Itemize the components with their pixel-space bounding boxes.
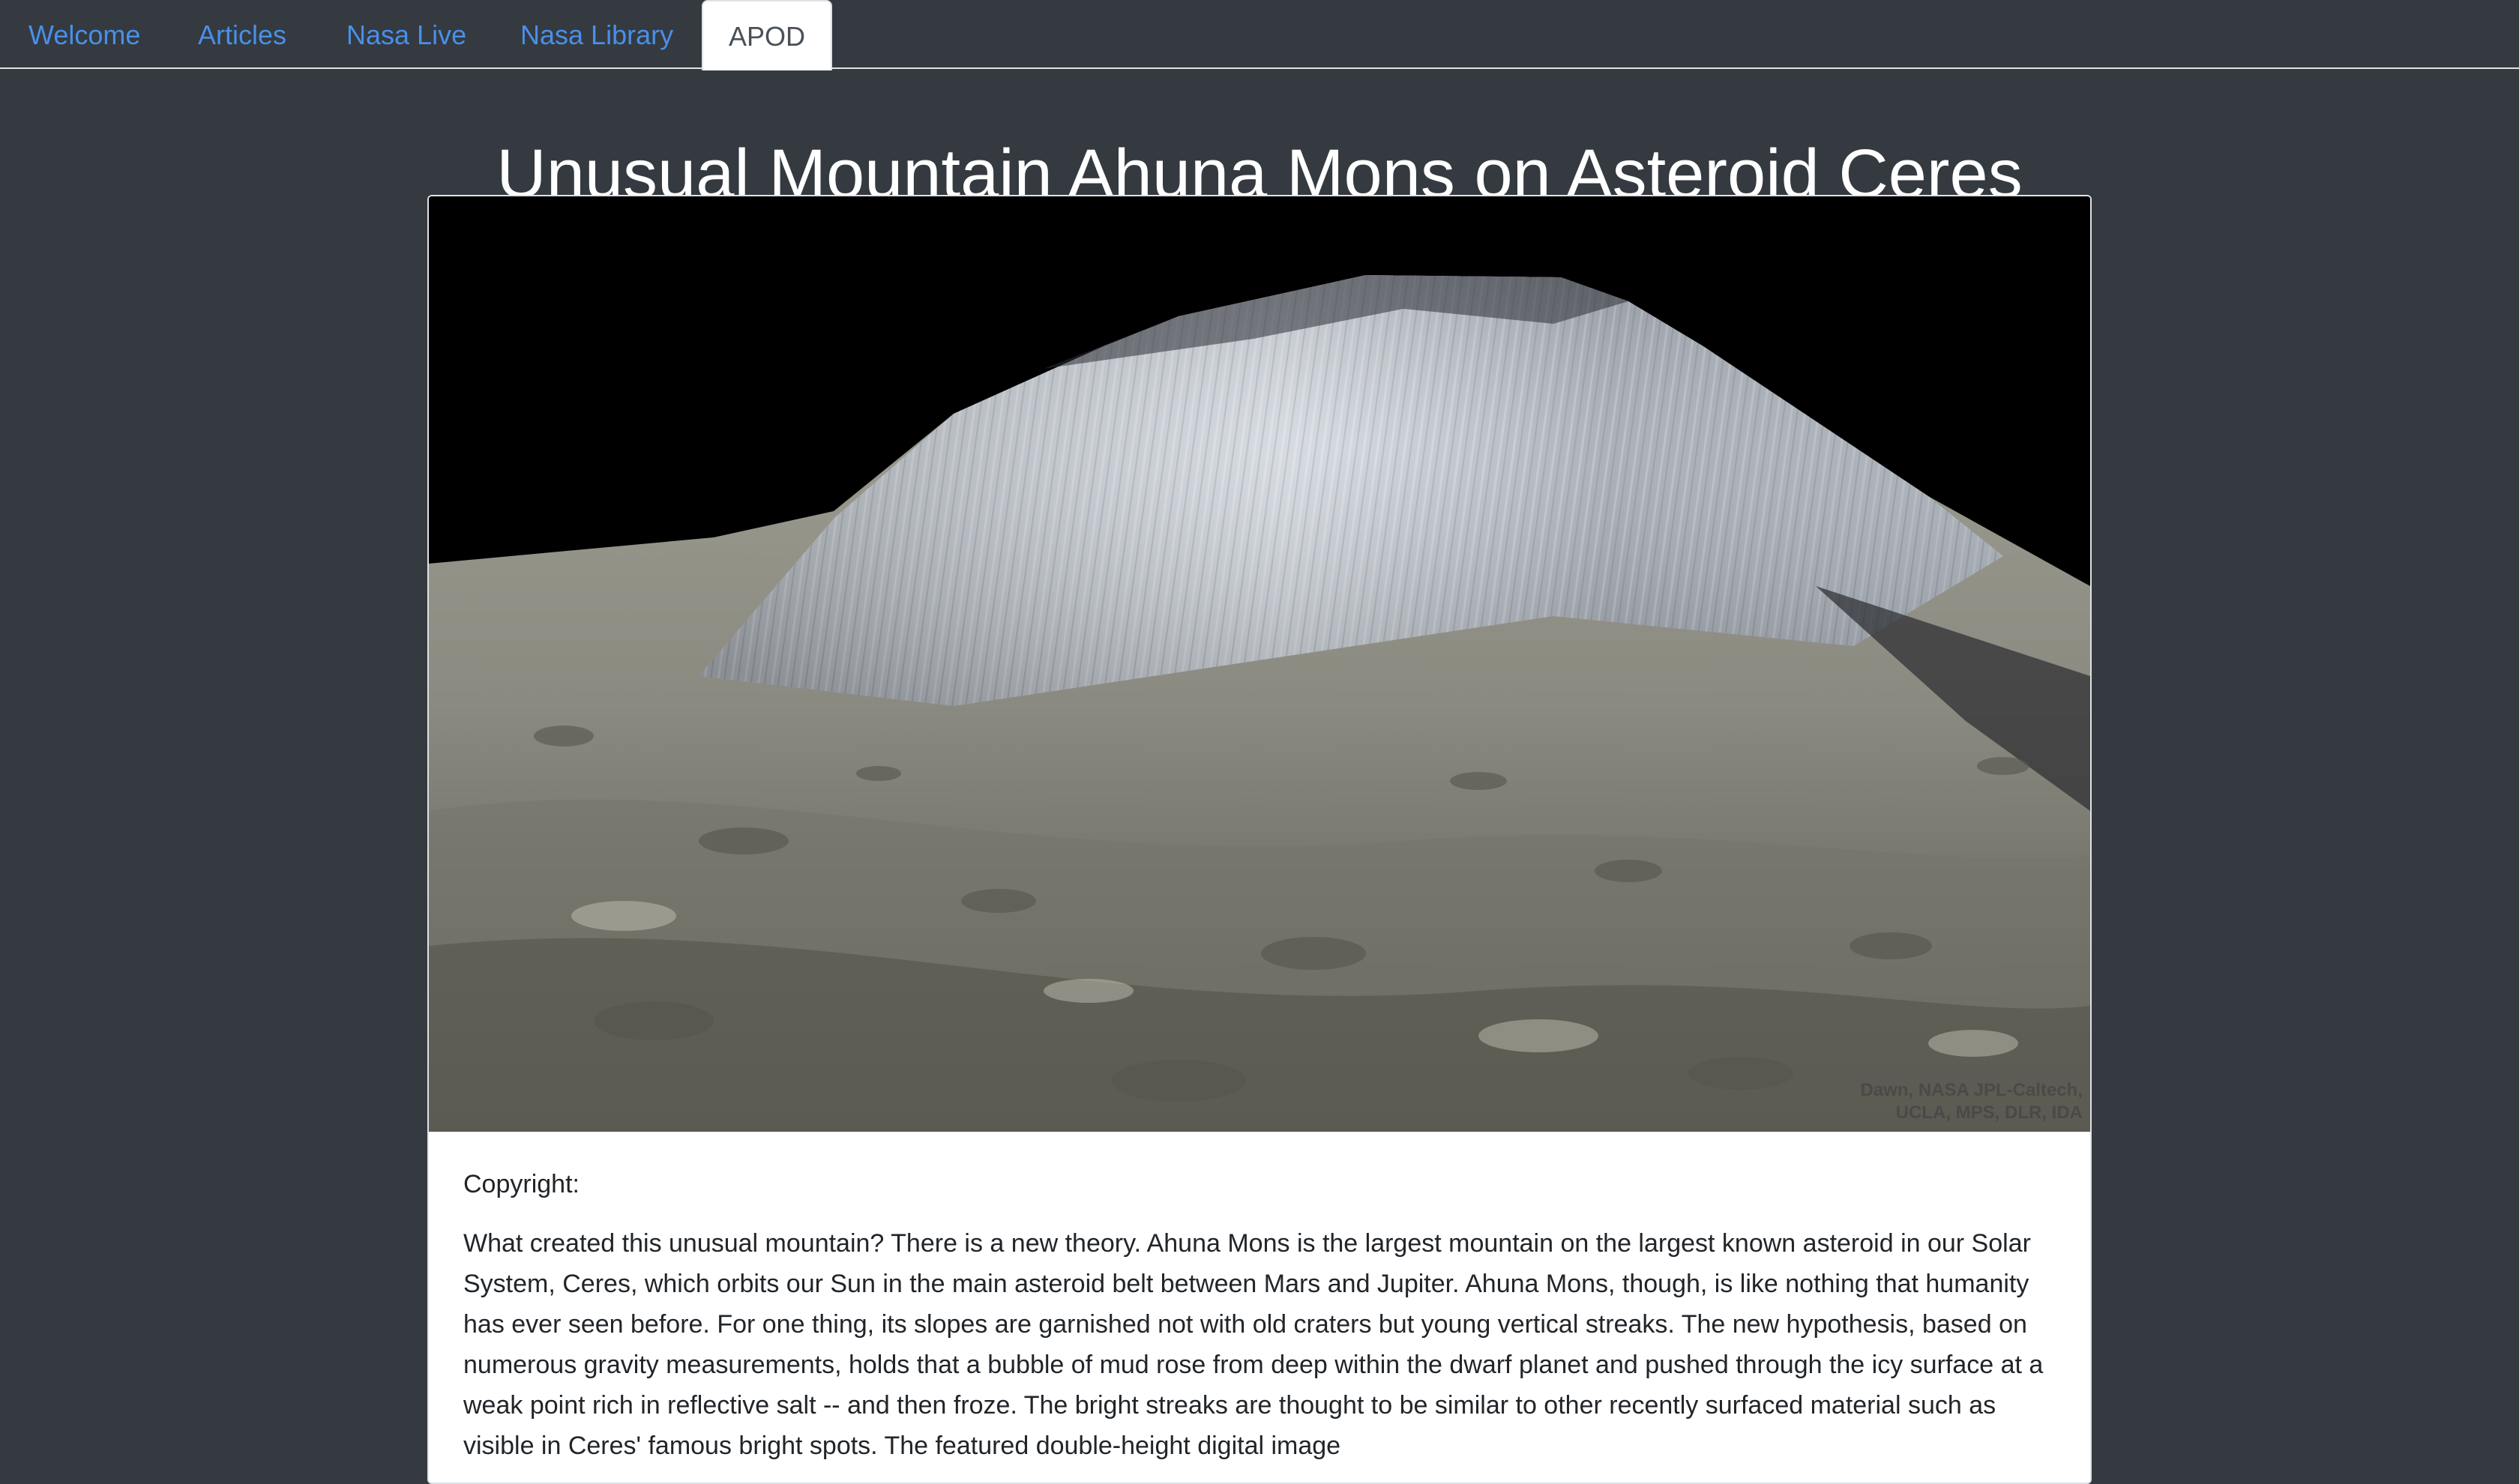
image-credit: Dawn, NASA JPL-Caltech, UCLA, MPS, DLR, … bbox=[1861, 1079, 2083, 1124]
image-credit-line1: Dawn, NASA JPL-Caltech, bbox=[1860, 1080, 2083, 1100]
tab-nasa-library[interactable]: Nasa Library bbox=[520, 0, 673, 69]
tab-articles[interactable]: Articles bbox=[198, 0, 286, 69]
ahuna-mons-image bbox=[429, 196, 2090, 1132]
apod-image[interactable]: Dawn, NASA JPL-Caltech, UCLA, MPS, DLR, … bbox=[429, 196, 2090, 1132]
image-credit-line2: UCLA, MPS, DLR, IDA bbox=[1895, 1103, 2083, 1123]
tab-welcome[interactable]: Welcome bbox=[28, 0, 140, 69]
apod-card: Dawn, NASA JPL-Caltech, UCLA, MPS, DLR, … bbox=[427, 195, 2092, 1484]
apod-explanation: What created this unusual mountain? Ther… bbox=[463, 1229, 2044, 1460]
tab-apod[interactable]: APOD bbox=[702, 0, 832, 70]
tab-nasa-live[interactable]: Nasa Live bbox=[346, 0, 466, 69]
copyright-label: Copyright: bbox=[463, 1170, 580, 1198]
top-nav-tabs: Welcome Articles Nasa Live Nasa Library … bbox=[0, 0, 2519, 70]
apod-card-body: Copyright: What created this unusual mou… bbox=[463, 1132, 2056, 1466]
